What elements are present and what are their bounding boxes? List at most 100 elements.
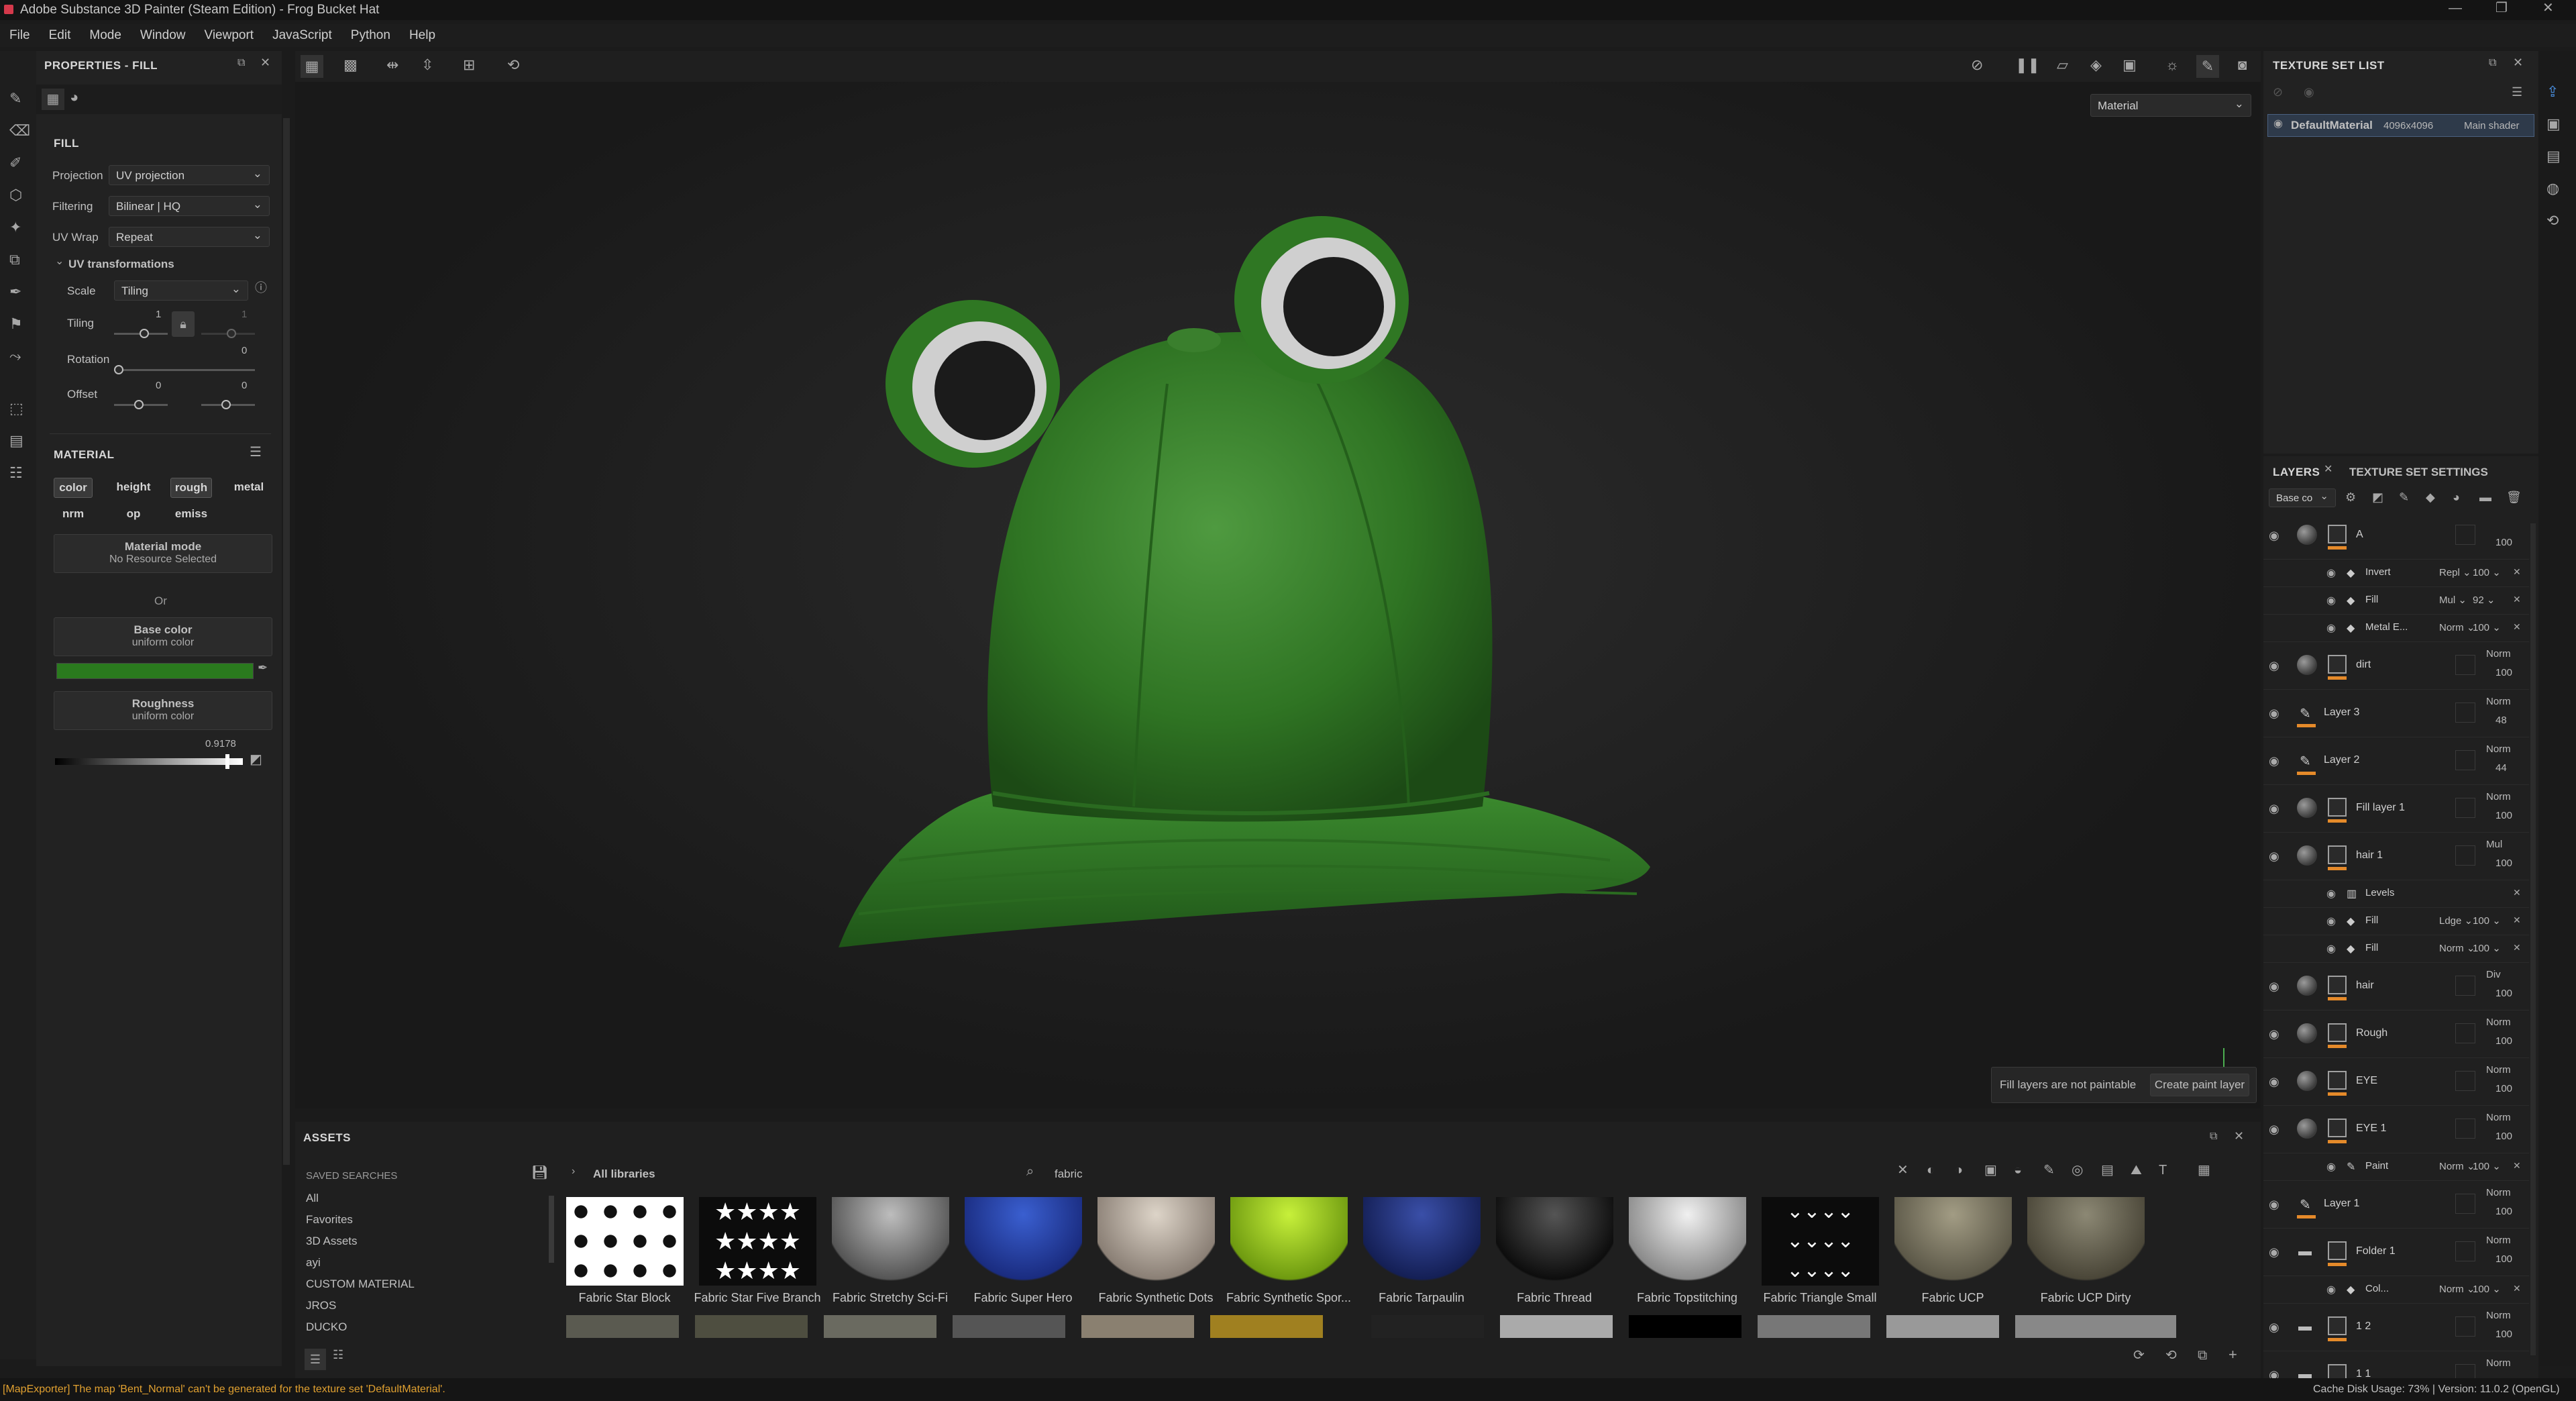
effect-blend[interactable]: Norm ⌄ bbox=[2439, 1283, 2475, 1295]
blend-mode[interactable]: Div bbox=[2486, 969, 2501, 980]
smudge-icon[interactable]: ✦ bbox=[9, 220, 21, 235]
eraser-icon[interactable]: ⌫ bbox=[9, 123, 30, 138]
history-icon[interactable]: ⟲ bbox=[507, 58, 519, 72]
properties-icon[interactable]: ☷ bbox=[9, 466, 23, 480]
filter-materials-icon[interactable]: ◐ bbox=[1927, 1163, 1935, 1177]
channel-color-button[interactable]: color bbox=[54, 478, 93, 498]
layer-effect-row[interactable]: ◉ ◆ Fill Ldge ⌄ 100 ⌄ ✕ bbox=[2263, 907, 2529, 935]
menu-file[interactable]: File bbox=[9, 28, 30, 43]
show-all-icon[interactable]: ◉ bbox=[2304, 86, 2314, 98]
channel-rough-button[interactable]: rough bbox=[170, 478, 212, 498]
effect-opacity[interactable]: 100 ⌄ bbox=[2473, 621, 2501, 633]
opacity-value[interactable]: 100 bbox=[2496, 537, 2512, 548]
visibility-eye-icon[interactable]: ◉ bbox=[2326, 942, 2336, 955]
frame-icon[interactable]: ⊞ bbox=[463, 58, 475, 72]
asset-thumb-super-hero[interactable] bbox=[965, 1197, 1082, 1286]
asset-thumb-star-block[interactable] bbox=[566, 1197, 684, 1286]
layer-row[interactable]: ◉ A 100 bbox=[2263, 515, 2529, 560]
channel-link-icon[interactable]: ◩ bbox=[250, 753, 262, 766]
light-icon[interactable]: ☼ bbox=[2165, 58, 2179, 72]
opacity-value[interactable]: 100 bbox=[2496, 1329, 2512, 1340]
visibility-eye-icon[interactable]: ◉ bbox=[2269, 1075, 2279, 1089]
layer-effect-row[interactable]: ◉ ◆ Metal E... Norm ⌄ 100 ⌄ ✕ bbox=[2263, 614, 2529, 642]
grid-view-icon[interactable]: ▦ bbox=[301, 55, 323, 78]
add-folder-icon[interactable]: ▬ bbox=[2479, 491, 2491, 503]
menu-python[interactable]: Python bbox=[351, 28, 390, 43]
stamp-icon[interactable]: ⚑ bbox=[9, 317, 23, 331]
rotation-slider[interactable] bbox=[114, 369, 255, 371]
layer-row[interactable]: ◉ EYE 1 Norm 100 bbox=[2263, 1105, 2529, 1153]
blend-mode[interactable]: Norm bbox=[2486, 1064, 2511, 1076]
clear-search-icon[interactable]: ✕ bbox=[1897, 1163, 1909, 1177]
asset-search-input[interactable]: fabric bbox=[1055, 1168, 2141, 1181]
thumbnail-size-icon[interactable]: ▦ bbox=[2198, 1163, 2210, 1177]
blend-mode[interactable]: Norm bbox=[2486, 1235, 2511, 1246]
add-smart-material-icon[interactable]: ◕ bbox=[2453, 491, 2460, 503]
projection-select[interactable]: UV projection bbox=[109, 164, 270, 185]
opacity-value[interactable]: 100 bbox=[2496, 1253, 2512, 1265]
layer-effect-row[interactable]: ◉ ◆ Invert Repl ⌄ 100 ⌄ ✕ bbox=[2263, 559, 2529, 587]
add-asset-icon[interactable]: + bbox=[2229, 1347, 2237, 1362]
filter-textures-icon[interactable]: ▤ bbox=[2101, 1163, 2114, 1177]
menu-viewport[interactable]: Viewport bbox=[204, 28, 254, 43]
blend-mode[interactable]: Norm bbox=[2486, 1017, 2511, 1028]
layer-row[interactable]: ◉ ✎ Layer 1 Norm 100 bbox=[2263, 1180, 2529, 1229]
visibility-eye-icon[interactable]: ◉ bbox=[2273, 119, 2283, 129]
close-layers-tab-icon[interactable]: ✕ bbox=[2324, 464, 2332, 475]
opacity-value[interactable]: 48 bbox=[2496, 715, 2507, 726]
remove-effect-icon[interactable]: ✕ bbox=[2513, 942, 2521, 953]
layer-row[interactable]: ◉ EYE Norm 100 bbox=[2263, 1057, 2529, 1106]
opacity-value[interactable]: 100 bbox=[2496, 1083, 2512, 1094]
asset-thumb-ucp[interactable] bbox=[1894, 1197, 2012, 1286]
refresh-icon[interactable]: ⟳ bbox=[2133, 1349, 2145, 1362]
effect-blend[interactable]: Norm ⌄ bbox=[2439, 1160, 2475, 1172]
export-icon[interactable]: ⇪ bbox=[2546, 85, 2559, 99]
texture-set-row[interactable]: ◉ DefaultMaterial 4096x4096 Main shader bbox=[2267, 114, 2534, 137]
scale-select[interactable]: Tiling bbox=[114, 279, 248, 301]
opacity-value[interactable]: 100 bbox=[2496, 667, 2512, 678]
eyedropper-icon[interactable]: ✒ bbox=[258, 662, 268, 674]
info-icon[interactable]: ⓘ bbox=[255, 282, 267, 294]
menu-javascript[interactable]: JavaScript bbox=[272, 28, 332, 43]
remove-effect-icon[interactable]: ✕ bbox=[2513, 915, 2521, 926]
filter-text-icon[interactable]: T bbox=[2159, 1163, 2167, 1177]
restore-icon[interactable]: ❐ bbox=[2496, 1, 2508, 15]
filter-smart-masks-icon[interactable]: ◒ bbox=[2014, 1163, 2022, 1177]
visibility-eye-icon[interactable]: ◉ bbox=[2269, 529, 2279, 543]
filtering-select[interactable]: Bilinear | HQ bbox=[109, 195, 270, 216]
layers-dock-icon[interactable]: ▣ bbox=[2546, 117, 2561, 132]
layer-row[interactable]: ◉ Fill layer 1 Norm 100 bbox=[2263, 784, 2529, 833]
texture-set-menu-icon[interactable]: ☰ bbox=[2512, 86, 2522, 98]
library-jros[interactable]: JROS bbox=[306, 1299, 507, 1320]
visibility-eye-icon[interactable]: ◉ bbox=[2269, 1320, 2279, 1335]
filter-procedurals-icon[interactable]: ◎ bbox=[2072, 1163, 2083, 1177]
close-assets-icon[interactable]: ✕ bbox=[2234, 1130, 2244, 1142]
material-tab-icon[interactable]: ◕ bbox=[70, 90, 78, 105]
effect-opacity[interactable]: 100 ⌄ bbox=[2473, 915, 2501, 927]
remove-effect-icon[interactable]: ✕ bbox=[2513, 566, 2521, 578]
visibility-eye-icon[interactable]: ◉ bbox=[2269, 1123, 2279, 1137]
blend-mode[interactable]: Norm bbox=[2486, 648, 2511, 660]
offset-knob-u[interactable] bbox=[134, 400, 144, 409]
library-ducko[interactable]: DUCKO bbox=[306, 1320, 507, 1342]
opacity-value[interactable]: 100 bbox=[2496, 810, 2512, 821]
uvwrap-select[interactable]: Repeat bbox=[109, 225, 270, 247]
effect-opacity[interactable]: 100 ⌄ bbox=[2473, 566, 2501, 578]
remove-effect-icon[interactable]: ✕ bbox=[2513, 1160, 2521, 1172]
minimize-icon[interactable]: — bbox=[2449, 1, 2462, 15]
chevron-down-icon[interactable]: ⌄ bbox=[55, 256, 64, 267]
layer-effect-row[interactable]: ◉ ◆ Fill Norm ⌄ 100 ⌄ ✕ bbox=[2263, 935, 2529, 963]
opacity-value[interactable]: 100 bbox=[2496, 988, 2512, 999]
effect-opacity[interactable]: 100 ⌄ bbox=[2473, 1160, 2501, 1172]
float-panel-icon[interactable]: ⧉ bbox=[237, 58, 245, 68]
remove-effect-icon[interactable]: ✕ bbox=[2513, 1283, 2521, 1294]
delete-layer-icon[interactable]: 🗑︎ bbox=[2506, 491, 2522, 503]
base-color-swatch[interactable] bbox=[56, 663, 254, 679]
float-texture-set-icon[interactable]: ⧉ bbox=[2489, 58, 2496, 68]
geometry-mask-icon[interactable]: ⬡ bbox=[9, 188, 22, 203]
fill-properties-tab-icon[interactable]: ▦ bbox=[42, 89, 64, 110]
layer-effect-row[interactable]: ◉ ◆ Col... Norm ⌄ 100 ⌄ ✕ bbox=[2263, 1276, 2529, 1304]
layers-scrollbar[interactable] bbox=[2530, 523, 2536, 1355]
menu-mode[interactable]: Mode bbox=[89, 28, 121, 43]
projection-icon[interactable]: ✐ bbox=[9, 156, 21, 170]
